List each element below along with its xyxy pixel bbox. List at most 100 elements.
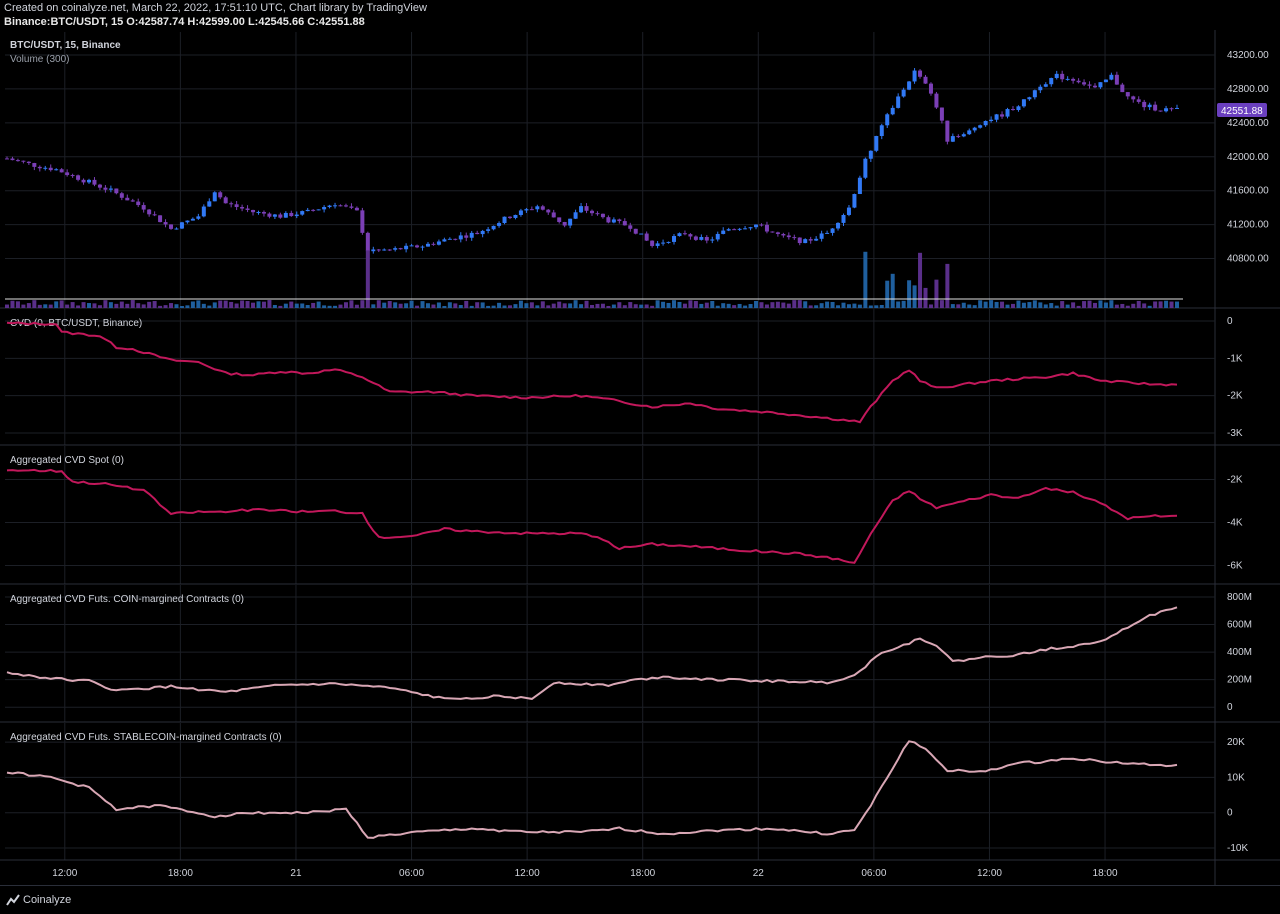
time-tick-label: 18:00 (1093, 868, 1118, 879)
candle-body (398, 248, 403, 250)
candle-body (387, 249, 392, 251)
candle-body (568, 218, 573, 226)
candle-body (283, 212, 288, 218)
candle-body (201, 206, 206, 217)
volume-bar (950, 304, 955, 308)
candle-body (169, 224, 174, 229)
volume-bar (595, 303, 600, 308)
volume-bar (196, 300, 201, 308)
candle-body (305, 209, 310, 212)
volume-bar (158, 305, 163, 308)
volume-bar (486, 305, 491, 308)
candle-body (524, 209, 529, 211)
volume-bar (207, 305, 212, 308)
value-tick-label: 20K (1227, 737, 1245, 748)
volume-bar (240, 300, 245, 308)
price-tick-label: 43200.00 (1227, 50, 1269, 61)
chart-area[interactable]: 43200.00 42800.00 42400.00 42000.00 41600.00… (0, 30, 1280, 885)
volume-bar (743, 305, 748, 308)
value-tick-label: -4K (1227, 518, 1243, 529)
volume-bar (1082, 301, 1087, 308)
volume-bar (1120, 303, 1125, 308)
volume-bar (677, 301, 682, 308)
candle-body (715, 233, 720, 240)
volume-bar (442, 305, 447, 308)
pane-title: Aggregated CVD Spot (0) (10, 455, 124, 466)
volume-bar (846, 304, 851, 308)
candle-body (1000, 114, 1005, 117)
volume-bar (26, 303, 31, 308)
candle-body (130, 200, 135, 202)
chart-header: Created on coinalyze.net, March 22, 2022… (0, 0, 1280, 30)
time-tick-label: 06:00 (861, 868, 886, 879)
candle-body (732, 229, 737, 231)
candle-body (743, 228, 748, 230)
volume-bar (218, 300, 223, 308)
candle-body (48, 167, 53, 171)
candle-body (557, 217, 562, 222)
volume-bar (125, 303, 130, 308)
candle-body (497, 223, 502, 226)
candle-body (1103, 79, 1108, 83)
volume-bar (163, 305, 168, 308)
volume-bar (693, 301, 698, 308)
candle-body (251, 209, 256, 213)
candle-body (972, 127, 977, 131)
volume-bar (622, 305, 627, 308)
value-tick-label: 0 (1227, 702, 1233, 713)
volume-bar (223, 300, 228, 308)
candle-body (212, 192, 217, 202)
volume-bar (540, 301, 545, 308)
volume-bar (633, 304, 638, 308)
volume-bar (371, 304, 376, 308)
candle-body (360, 210, 365, 233)
candle-body (163, 222, 168, 225)
candle-body (852, 194, 857, 208)
volume-bar (836, 305, 841, 308)
candle-body (125, 197, 130, 201)
volume-bar (699, 303, 704, 308)
volume-bar (928, 304, 933, 308)
candle-body (1049, 78, 1054, 85)
candle-body (1027, 97, 1032, 100)
value-tick-label: 0 (1227, 316, 1233, 327)
candle-body (726, 229, 731, 231)
candle-body (272, 214, 277, 217)
candle-body (540, 206, 545, 210)
candle-body (710, 239, 715, 241)
volume-bar (1043, 304, 1048, 308)
candle-body (507, 216, 512, 218)
volume-bar (1076, 305, 1081, 308)
candle-body (825, 232, 830, 234)
candle-body (371, 249, 376, 252)
pane-title: Aggregated CVD Futs. COIN-margined Contr… (10, 594, 244, 605)
candle-body (97, 184, 102, 188)
price-tick-label: 41600.00 (1227, 186, 1269, 197)
volume-bar (1071, 302, 1076, 308)
candle-body (431, 243, 436, 245)
volume-bar (1005, 304, 1010, 308)
volume-bar (32, 300, 37, 308)
candle-body (76, 175, 81, 180)
volume-bar (1032, 300, 1037, 308)
candle-body (152, 214, 157, 216)
volume-bar (972, 305, 977, 308)
volume-bar (748, 304, 753, 308)
time-tick-label: 18:00 (168, 868, 193, 879)
volume-bar (764, 304, 769, 308)
candle-body (1169, 108, 1174, 110)
candle-body (267, 213, 272, 217)
candle-body (119, 193, 124, 198)
volume-bar (830, 301, 835, 308)
volume-bar (1054, 305, 1059, 308)
volume-bar (185, 305, 190, 308)
volume-bar (513, 304, 518, 308)
chart-svg[interactable]: 43200.00 42800.00 42400.00 42000.00 41600.00… (0, 30, 1280, 885)
candle-body (322, 207, 327, 210)
volume-bar (896, 301, 901, 308)
candle-body (857, 177, 862, 195)
volume-bar (387, 301, 392, 308)
candle-body (185, 220, 190, 223)
volume-bar (256, 301, 261, 308)
value-tick-label: 400M (1227, 647, 1252, 658)
